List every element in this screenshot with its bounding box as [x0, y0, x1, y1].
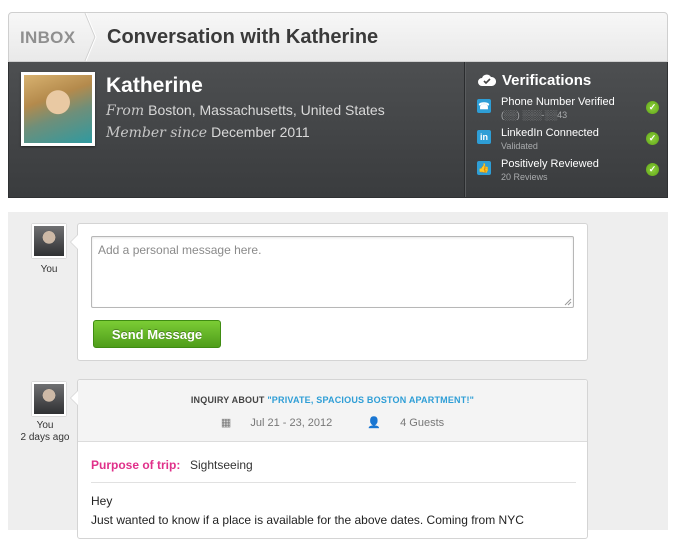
cloud-check-icon — [478, 74, 496, 86]
verification-reviews: 👍 Positively Reviewed 20 Reviews ✓ — [477, 158, 662, 186]
trip-dates: Jul 21 - 23, 2012 — [250, 417, 333, 429]
inquiry-meta: ▦ Jul 21 - 23, 2012 👤 4 Guests — [78, 416, 587, 429]
card-pointer — [70, 234, 78, 250]
purpose-value: Sightseeing — [190, 458, 253, 472]
page-title: Conversation with Katherine — [107, 26, 379, 48]
person-icon: 👤 — [367, 417, 382, 429]
guest-count: 4 Guests — [400, 417, 445, 429]
user-avatar — [32, 224, 66, 258]
inquiry-header: INQUIRY ABOUT "PRIVATE, SPACIOUS BOSTON … — [78, 380, 587, 442]
verification-sub: Validated — [501, 141, 538, 151]
guests-group: 👤 4 Guests — [359, 417, 452, 429]
divider — [91, 482, 576, 483]
verifications-panel: Verifications ☎ Phone Number Verified (░… — [464, 62, 668, 197]
message-body-line: Hey — [91, 494, 113, 508]
property-link[interactable]: "PRIVATE, SPACIOUS BOSTON APARTMENT!" — [267, 395, 474, 405]
host-location: From Boston, Massachusetts, United States — [106, 102, 385, 119]
breadcrumb-inbox[interactable]: INBOX — [9, 13, 97, 61]
card-pointer — [70, 390, 78, 406]
user-avatar — [32, 382, 66, 416]
verification-label: Phone Number Verified — [501, 96, 615, 108]
message-card: INQUIRY ABOUT "PRIVATE, SPACIOUS BOSTON … — [70, 379, 588, 539]
verifications-title: Verifications — [502, 72, 592, 89]
compose-author: You — [40, 264, 58, 275]
verification-sub[interactable]: 20 Reviews — [501, 172, 548, 182]
calendar-icon: ▦ — [220, 417, 232, 429]
member-since-value: December 2011 — [211, 124, 310, 140]
check-icon: ✓ — [646, 163, 659, 176]
location-value: Boston, Massachusetts, United States — [148, 102, 385, 118]
check-icon: ✓ — [646, 132, 659, 145]
member-since-label: Member since — [106, 125, 208, 141]
send-message-button[interactable]: Send Message — [93, 320, 221, 348]
message-body-line: Just wanted to know if a place is availa… — [91, 513, 524, 527]
host-avatar[interactable] — [21, 72, 95, 146]
verification-sub: (░░) ░░░-░░43 — [501, 110, 568, 120]
host-member-since: Member since December 2011 — [106, 124, 310, 141]
compose-card: Send Message — [70, 223, 588, 361]
verification-label: LinkedIn Connected — [501, 127, 599, 139]
verification-linkedin: in LinkedIn Connected Validated ✓ — [477, 127, 662, 155]
linkedin-icon: in — [477, 130, 491, 144]
dates-group: ▦ Jul 21 - 23, 2012 — [213, 417, 340, 429]
message-time: 2 days ago — [20, 432, 70, 443]
purpose-label: Purpose of trip: — [91, 458, 181, 472]
conversation-body: You Send Message You 2 days ago INQUIRY … — [8, 212, 668, 539]
from-label: From — [106, 103, 145, 119]
breadcrumb-label[interactable]: INBOX — [20, 28, 75, 48]
inquiry-prefix: INQUIRY ABOUT — [190, 395, 268, 405]
check-icon: ✓ — [646, 101, 659, 114]
host-name[interactable]: Katherine — [106, 74, 203, 98]
verification-label: Positively Reviewed — [501, 158, 599, 170]
verification-phone: ☎ Phone Number Verified (░░) ░░░-░░43 ✓ — [477, 96, 662, 124]
resize-handle-icon[interactable] — [564, 298, 572, 306]
inquiry-title: INQUIRY ABOUT "PRIVATE, SPACIOUS BOSTON … — [78, 395, 587, 405]
phone-icon: ☎ — [477, 99, 491, 113]
message-author: You — [36, 420, 54, 431]
message-input[interactable] — [91, 236, 574, 308]
host-profile-bar: Katherine From Boston, Massachusetts, Uni… — [8, 62, 668, 198]
conversation-header: INBOX Conversation with Katherine — [8, 12, 668, 62]
thumbs-up-icon: 👍 — [477, 161, 491, 175]
